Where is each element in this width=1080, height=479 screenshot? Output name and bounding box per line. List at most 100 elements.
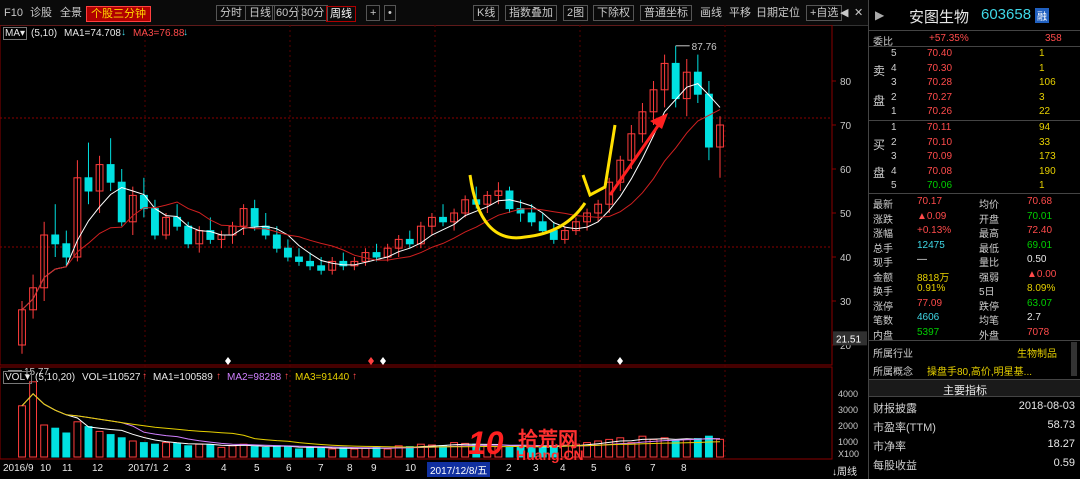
- volume-bar: [627, 442, 636, 458]
- arrow-right-icon[interactable]: ▶: [875, 8, 884, 22]
- ma-selector[interactable]: MA▾: [3, 27, 28, 40]
- ma3-down-arrow-icon: ↓: [183, 27, 188, 38]
- ask-volume: 1: [1039, 48, 1045, 59]
- candle-body: [283, 247, 292, 258]
- volume-bar: [173, 442, 182, 458]
- stat-label: 量比: [979, 258, 999, 269]
- metric-label: 市盈率(TTM): [873, 422, 936, 434]
- date-axis-label: 7: [318, 463, 324, 474]
- date-axis-label: 11: [62, 463, 73, 474]
- metric-value: 18.27: [1047, 438, 1075, 450]
- coords-button[interactable]: 普通坐标: [640, 5, 692, 21]
- stat-value: 69.01: [1027, 239, 1053, 251]
- volume-bar: [317, 447, 326, 458]
- volume-bar: [272, 445, 281, 458]
- 30min-tab[interactable]: 30分: [297, 5, 329, 21]
- volume-tick-label: 4000: [838, 389, 858, 399]
- stat-label: 最高: [979, 229, 999, 240]
- stat-value: 0.50: [1027, 254, 1047, 265]
- industry-value[interactable]: 生物制品: [1017, 345, 1057, 360]
- triple-screen-button[interactable]: 个股三分钟: [86, 6, 151, 22]
- candle-body: [527, 212, 536, 223]
- candle-body: [372, 252, 381, 258]
- volume-bar: [350, 448, 359, 458]
- date-locate-button[interactable]: 日期定位: [756, 6, 800, 20]
- date-axis-label: 2: [163, 463, 169, 474]
- weekly-tab[interactable]: 周线: [326, 6, 356, 22]
- more-dots-button[interactable]: •: [384, 5, 396, 21]
- f10-button[interactable]: F10: [4, 6, 23, 20]
- vol-ma3-line: [21, 393, 721, 448]
- price-tick-label: 50: [840, 209, 852, 220]
- stat-label: 最低: [979, 243, 999, 255]
- volume-bar: [295, 448, 303, 458]
- nav-left-icon[interactable]: ◀: [840, 6, 848, 20]
- candle-body: [51, 234, 60, 245]
- vol-ma3-up-arrow-icon: ↑: [352, 371, 357, 382]
- metric-value: 2018-08-03: [1018, 400, 1075, 412]
- date-axis-label: 3: [533, 463, 539, 474]
- bid-volume: 190: [1039, 165, 1056, 177]
- volume-bar: [29, 381, 38, 458]
- candle-body: [439, 216, 447, 223]
- volume-bar: [195, 443, 204, 458]
- stat-label: 跌停: [979, 301, 999, 313]
- bid-level: 4: [891, 165, 897, 177]
- vol-params: (5,10,20): [35, 372, 76, 383]
- pan-button[interactable]: 平移: [729, 6, 751, 20]
- stat-value: 72.40: [1027, 225, 1053, 236]
- stat-label: 现手: [873, 258, 893, 269]
- index-overlay-button[interactable]: 指数叠加: [505, 5, 557, 21]
- volume-bar: [162, 442, 170, 458]
- add-period-button[interactable]: +: [366, 5, 381, 21]
- vol-ma2-value: MA2=98288: [227, 372, 282, 383]
- vol-selector[interactable]: VOL▾: [3, 371, 33, 384]
- volume-bar: [73, 421, 82, 458]
- stat-label: 换手: [873, 287, 893, 298]
- vol-up-arrow-icon: ↑: [142, 371, 147, 382]
- kline-type-button[interactable]: K线: [473, 5, 500, 21]
- candle-body: [272, 234, 281, 249]
- volume-bar: [328, 448, 337, 458]
- stat-value: 0.91%: [917, 283, 946, 294]
- stat-value: 70.01: [1027, 210, 1053, 222]
- ask-level: 1: [891, 106, 897, 117]
- bid-price: 70.11: [927, 122, 952, 133]
- candle-body: [671, 62, 680, 100]
- panorama-button[interactable]: 全景: [60, 6, 82, 20]
- volume-bar: [184, 445, 193, 458]
- daily-tab[interactable]: 日线: [245, 5, 275, 21]
- chart-canvas[interactable]: 8070605040302021.514000300020001000X1008…: [0, 25, 868, 479]
- volume-bar: [239, 443, 248, 458]
- add-watchlist-button[interactable]: +自选: [806, 5, 843, 21]
- sell-side-label-2: 盘: [873, 94, 886, 108]
- ex-rights-button[interactable]: 下除权: [593, 5, 634, 21]
- main-indicators-header[interactable]: 主要指标: [869, 379, 1080, 397]
- timeshare-tab[interactable]: 分时: [216, 5, 246, 21]
- volume-bar: [361, 447, 370, 458]
- concept-value[interactable]: 操盘手80,高价,明星基...: [927, 363, 1032, 378]
- stat-value: 8.09%: [1027, 283, 1056, 294]
- volume-bar: [106, 434, 115, 458]
- scrollbar[interactable]: [1071, 342, 1077, 376]
- candle-body: [151, 208, 159, 236]
- bid-volume: 33: [1039, 136, 1051, 148]
- ask-price: 70.26: [927, 106, 953, 117]
- weicha-value: 358: [1045, 33, 1062, 44]
- diagnose-button[interactable]: 诊股: [30, 6, 52, 20]
- ask-volume: 22: [1039, 106, 1051, 117]
- draw-line-button[interactable]: 画线: [700, 6, 722, 20]
- price-tick-label: 80: [840, 77, 852, 88]
- two-charts-button[interactable]: 2图: [563, 5, 589, 21]
- date-axis-label: 2017/1: [128, 463, 159, 474]
- candle-body: [261, 225, 270, 236]
- metric-value: 0.59: [1053, 457, 1075, 469]
- vol-ma1-up-arrow-icon: ↑: [216, 371, 221, 382]
- close-icon[interactable]: ✕: [854, 6, 863, 20]
- kline-chart[interactable]: 80 70 60 50 40 30 20 21.51 4000 3000 2000 1000 X100 8…: [0, 25, 868, 479]
- period-label[interactable]: ↓周线: [832, 463, 857, 478]
- divider: [869, 193, 1080, 194]
- candle-body: [538, 221, 547, 232]
- stat-value: 63.07: [1027, 297, 1053, 309]
- bid-volume: 94: [1039, 122, 1051, 133]
